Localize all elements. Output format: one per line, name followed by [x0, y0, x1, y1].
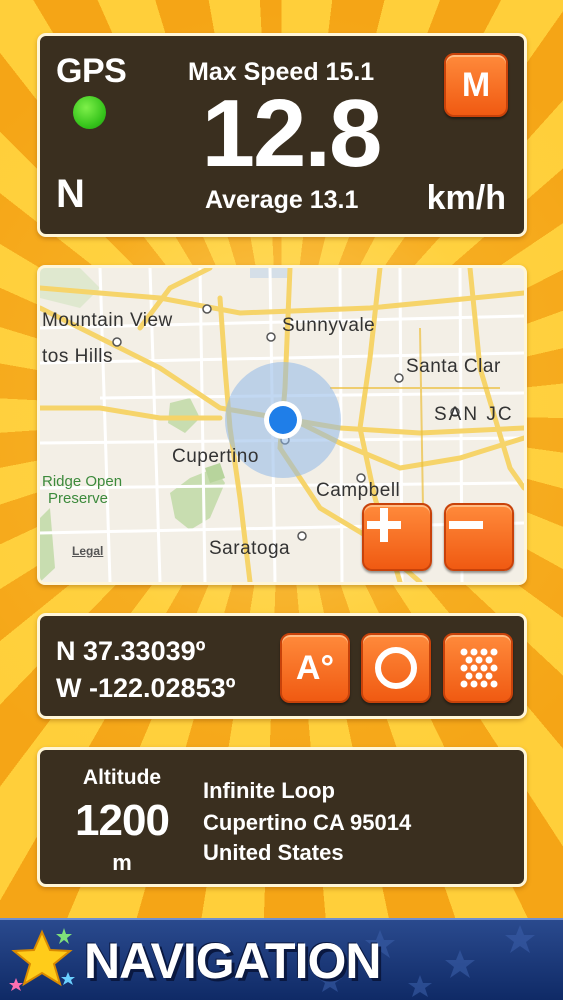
- map-label-ridge-open: Ridge Open: [42, 473, 123, 490]
- legal-link[interactable]: Legal: [72, 544, 103, 558]
- minus-icon: [449, 521, 483, 529]
- zoom-out-button[interactable]: [444, 503, 514, 571]
- gps-label: GPS: [56, 52, 127, 90]
- address-street: Infinite Loop: [203, 778, 335, 803]
- gps-status-indicator: [73, 96, 106, 129]
- altitude-value: 1200: [75, 796, 170, 845]
- map-label-mountain-view: Mountain View: [42, 310, 173, 331]
- average-speed: Average 13.1: [205, 186, 359, 214]
- address-country: United States: [203, 840, 344, 865]
- navigation-title: NAVIGATION: [84, 933, 381, 989]
- current-speed: 12.8: [201, 80, 383, 187]
- altitude-label: Altitude: [82, 766, 162, 789]
- zoom-in-button[interactable]: [362, 503, 432, 571]
- plus-icon: [367, 508, 401, 542]
- speed-panel: GPS N Max Speed 15.1 12.8 Average 13.1 k…: [37, 33, 527, 237]
- map-label-saratoga: Saratoga: [209, 538, 291, 559]
- grid-icon: [460, 648, 498, 688]
- map-label-sunnyvale: Sunnyvale: [282, 315, 376, 336]
- latitude: N 37.33039º: [56, 636, 206, 666]
- map-label-santa-clara: Santa Clar: [406, 356, 501, 377]
- speed-unit[interactable]: km/h: [427, 179, 506, 218]
- accuracy-button[interactable]: A°: [280, 633, 350, 703]
- circle-icon: [375, 647, 417, 689]
- grid-button[interactable]: [443, 633, 513, 703]
- longitude: W -122.02853º: [56, 673, 236, 703]
- map-view[interactable]: Mountain View tos Hills Sunnyvale Santa …: [37, 265, 527, 585]
- address-city: Cupertino CA 95014: [203, 810, 412, 835]
- map-label-preserve: Preserve: [48, 490, 109, 507]
- star-logo-icon: [9, 928, 75, 991]
- heading-direction: N: [56, 172, 85, 216]
- record-button[interactable]: [361, 633, 431, 703]
- map-label-campbell: Campbell: [316, 480, 401, 501]
- altitude-panel: Altitude 1200 m Infinite Loop Cupertino …: [37, 747, 527, 887]
- map-label-cupertino: Cupertino: [172, 446, 259, 467]
- navigation-bar[interactable]: NAVIGATION: [0, 918, 563, 1000]
- altitude-unit[interactable]: m: [70, 850, 174, 876]
- map-label-san-jose: SAN JC: [434, 404, 514, 425]
- coordinates-panel: N 37.33039º W -122.02853º A°: [37, 613, 527, 719]
- map-label-los-altos-hills: tos Hills: [42, 346, 114, 367]
- mode-button[interactable]: M: [444, 53, 508, 117]
